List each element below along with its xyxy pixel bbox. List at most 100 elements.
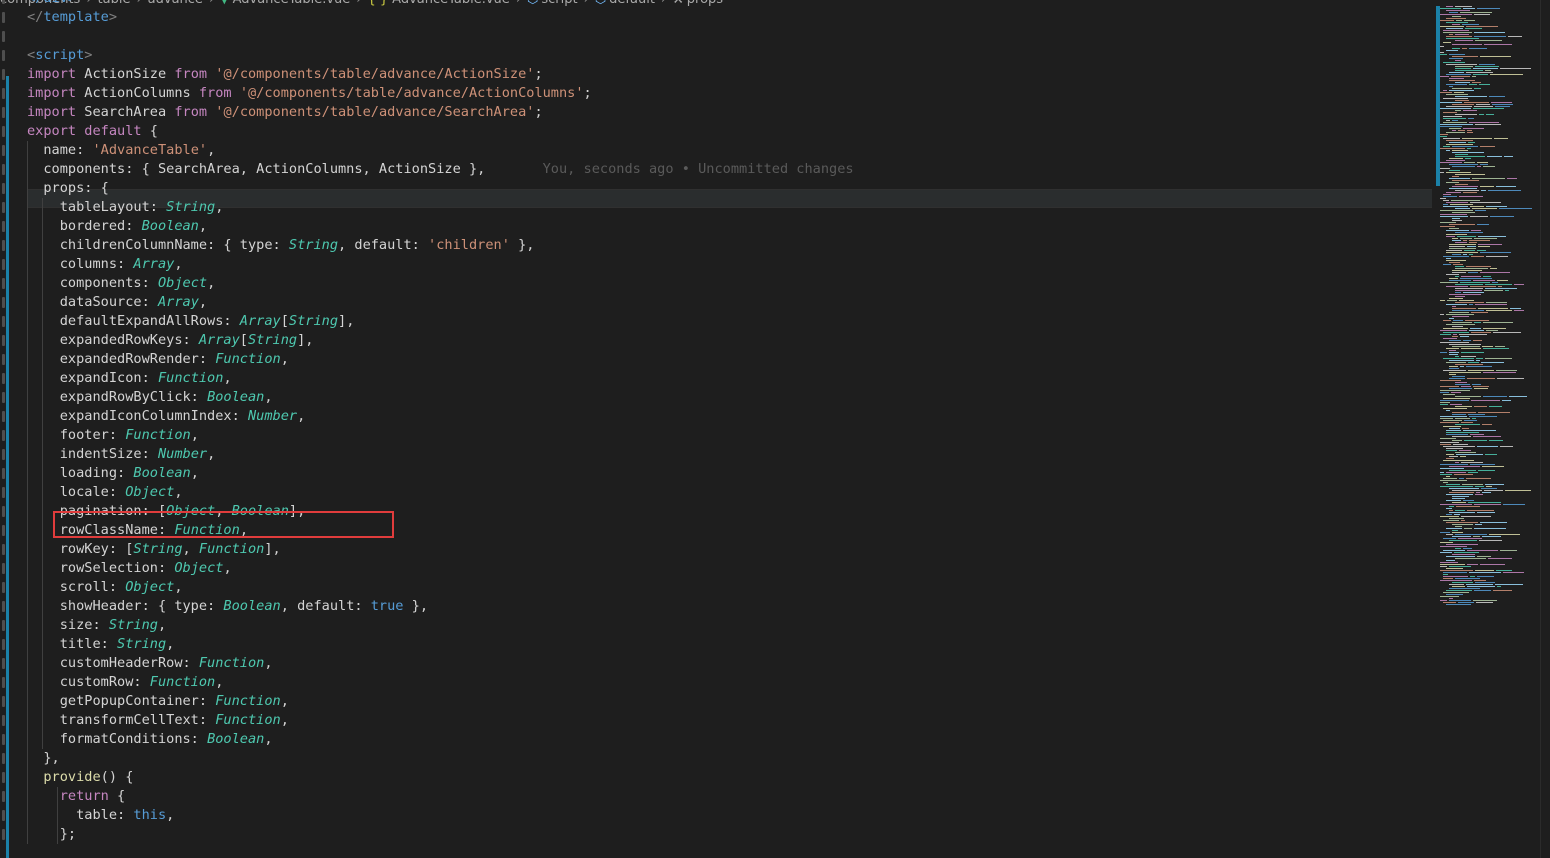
code-line[interactable]: return {	[27, 787, 125, 806]
code-line[interactable]: columns: Array,	[27, 255, 183, 274]
minimap-line	[1495, 584, 1523, 585]
minimap-line	[1463, 192, 1477, 193]
code-token: import	[27, 104, 77, 120]
code-area[interactable]: </div></template> <script>import ActionSi…	[27, 0, 1432, 858]
code-line[interactable]: expandedRowKeys: Array[String],	[27, 331, 314, 350]
minimap-line	[1452, 586, 1465, 587]
git-blame-annotation: You, seconds ago • Uncommitted changes	[485, 161, 854, 177]
code-line[interactable]: formatConditions: Boolean,	[27, 730, 273, 749]
code-line[interactable]: scroll: Object,	[27, 578, 183, 597]
minimap-line	[1452, 104, 1474, 105]
code-token: };	[27, 826, 77, 842]
code-line[interactable]: import ActionColumns from '@/components/…	[27, 84, 592, 103]
code-line[interactable]: footer: Function,	[27, 426, 199, 445]
minimap-line	[1484, 44, 1512, 45]
code-line[interactable]: expandedRowRender: Function,	[27, 350, 289, 369]
minimap-line	[1474, 580, 1486, 581]
code-line[interactable]: expandIcon: Function,	[27, 369, 232, 388]
minimap-line	[1446, 522, 1478, 523]
code-line[interactable]: customHeaderRow: Function,	[27, 654, 273, 673]
code-line[interactable]: locale: Object,	[27, 483, 183, 502]
code-token: ,	[207, 275, 216, 291]
code-line[interactable]: rowKey: [String, Function],	[27, 540, 281, 559]
minimap-line	[1477, 556, 1491, 557]
code-line[interactable]: expandRowByClick: Boolean,	[27, 388, 273, 407]
code-line[interactable]: dataSource: Array,	[27, 293, 207, 312]
code-line[interactable]: getPopupContainer: Function,	[27, 692, 289, 711]
code-line[interactable]: rowSelection: Object,	[27, 559, 232, 578]
code-line[interactable]: <script>	[27, 46, 92, 65]
code-line[interactable]: expandIconColumnIndex: Number,	[27, 407, 306, 426]
minimap-line	[1443, 578, 1453, 579]
code-token: import	[27, 66, 77, 82]
code-line[interactable]: </div>	[27, 0, 76, 8]
code-line[interactable]: showHeader: { type: Boolean, default: tr…	[27, 597, 428, 616]
minimap-line	[1449, 54, 1465, 55]
code-line[interactable]: name: 'AdvanceTable',	[27, 141, 215, 160]
code-line[interactable]: transformCellText: Function,	[27, 711, 289, 730]
minimap-line	[1485, 454, 1497, 455]
minimap-line	[1449, 540, 1477, 541]
minimap-line	[1449, 360, 1474, 361]
code-line[interactable]: export default {	[27, 122, 158, 141]
code-line[interactable]: size: String,	[27, 616, 166, 635]
code-line[interactable]: import ActionSize from '@/components/tab…	[27, 65, 543, 84]
minimap-line	[1463, 110, 1477, 111]
code-token: 'children'	[428, 237, 510, 253]
code-line[interactable]: childrenColumnName: { type: String, defa…	[27, 236, 535, 255]
minimap-line	[1460, 366, 1464, 367]
minimap-line	[1449, 584, 1464, 585]
minimap-line	[1469, 304, 1473, 305]
minimap-line	[1440, 108, 1471, 109]
minimap-line	[1452, 306, 1456, 307]
code-token: transformCellText:	[27, 712, 216, 728]
code-line[interactable]: props: {	[27, 179, 108, 198]
minimap-line	[1474, 238, 1497, 239]
code-line[interactable]: table: this,	[27, 806, 174, 825]
code-token: Object	[125, 484, 175, 500]
minimap-line	[1476, 602, 1493, 603]
code-line[interactable]: defaultExpandAllRows: Array[String],	[27, 312, 355, 331]
minimap-line	[1443, 602, 1456, 603]
code-token: from	[174, 66, 208, 82]
minimap-line	[1443, 118, 1466, 119]
code-line[interactable]: loading: Boolean,	[27, 464, 199, 483]
code-line[interactable]: components: Object,	[27, 274, 216, 293]
code-line[interactable]: bordered: Boolean,	[27, 217, 207, 236]
minimap-line	[1474, 88, 1481, 89]
annotation-highlight-box	[53, 511, 394, 538]
minimap-line	[1440, 334, 1451, 335]
minimap-line	[1443, 122, 1467, 123]
gutter-fold-marker	[2, 316, 5, 327]
code-line[interactable]: components: { SearchArea, ActionColumns,…	[27, 160, 854, 179]
code-token: [	[239, 332, 248, 348]
minimap-line	[1440, 486, 1473, 487]
code-line[interactable]: import SearchArea from '@/components/tab…	[27, 103, 543, 122]
code-line[interactable]: };	[27, 825, 76, 844]
code-line[interactable]: tableLayout: String,	[27, 198, 224, 217]
minimap[interactable]	[1436, 6, 1536, 606]
code-editor[interactable]: components›table›advance›▼AdvanceTable.v…	[0, 0, 1550, 858]
minimap-line	[1455, 288, 1483, 289]
minimap-line	[1449, 280, 1471, 281]
code-line[interactable]: title: String,	[27, 635, 175, 654]
minimap-line	[1446, 304, 1467, 305]
code-line[interactable]: indentSize: Number,	[27, 445, 216, 464]
vertical-scrollbar[interactable]	[1540, 0, 1550, 858]
minimap-line	[1452, 272, 1466, 273]
minimap-line	[1486, 256, 1508, 257]
minimap-line	[1464, 20, 1475, 21]
minimap-line	[1449, 378, 1465, 379]
code-token: Function	[198, 655, 265, 671]
code-token: Array	[157, 294, 199, 310]
minimap-line	[1440, 134, 1448, 135]
minimap-line	[1446, 556, 1475, 557]
minimap-line	[1496, 570, 1512, 571]
minimap-line	[1440, 52, 1444, 53]
code-line[interactable]: provide() {	[27, 768, 133, 787]
gutter-fold-marker	[2, 202, 5, 213]
code-line[interactable]: customRow: Function,	[27, 673, 224, 692]
code-line[interactable]: </template>	[27, 8, 117, 27]
code-line[interactable]: },	[27, 749, 59, 768]
